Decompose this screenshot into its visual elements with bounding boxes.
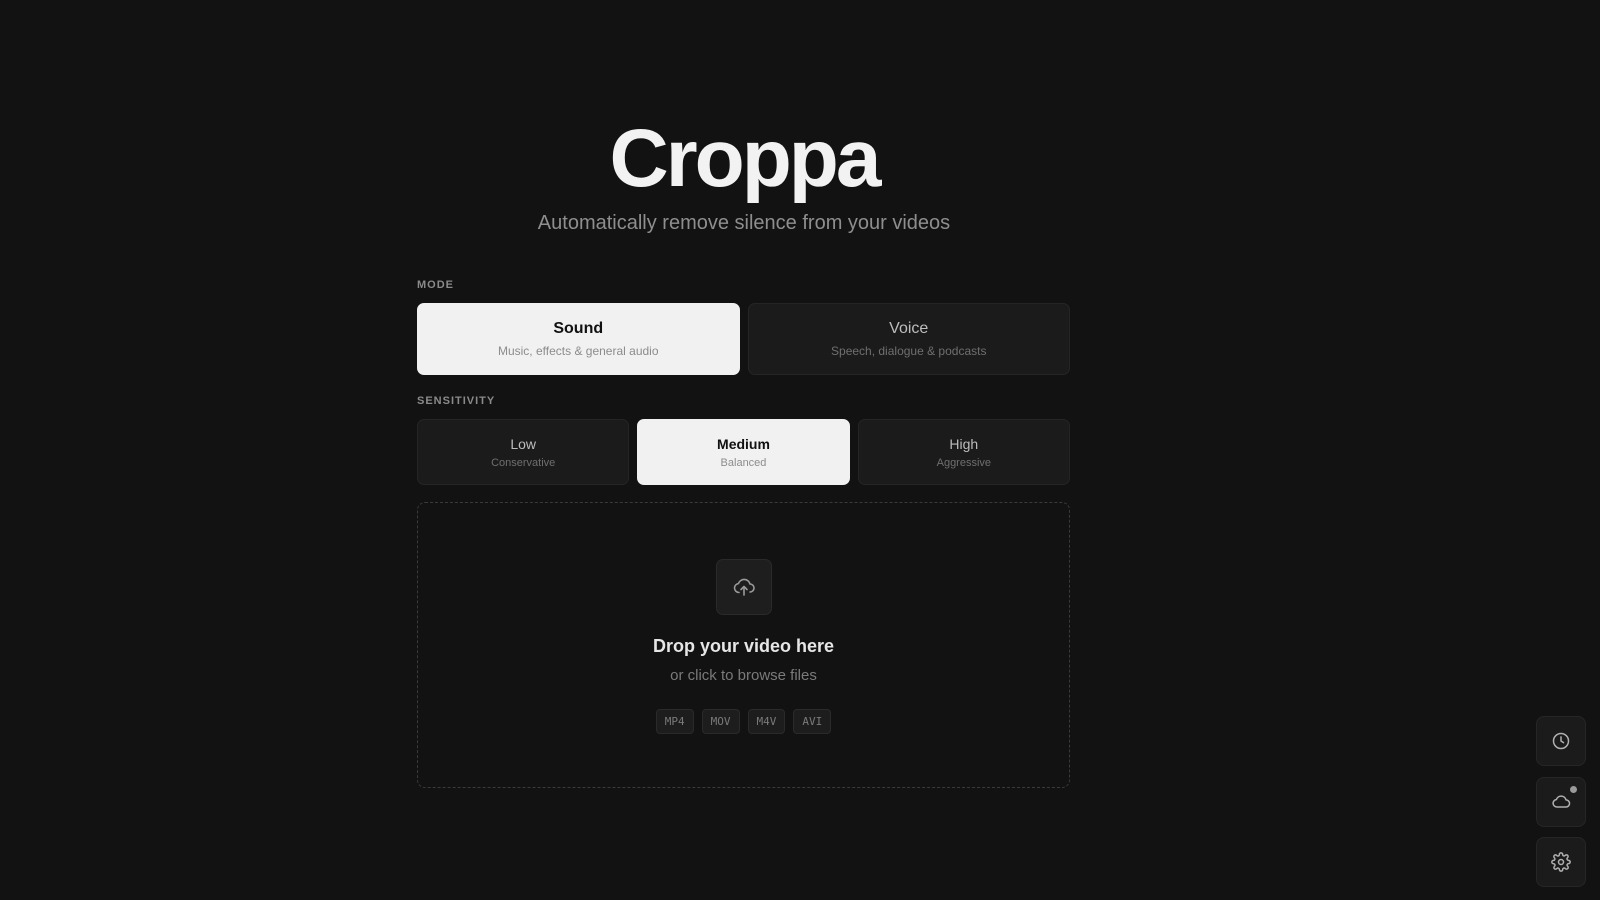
clock-icon <box>1552 732 1570 750</box>
option-title: Voice <box>889 320 929 337</box>
format-badge: M4V <box>747 709 786 734</box>
option-desc: Speech, dialogue & podcasts <box>831 344 987 358</box>
format-badge: AVI <box>793 709 832 734</box>
format-badge: MOV <box>701 709 740 734</box>
dropzone-subtitle: or click to browse files <box>670 667 817 684</box>
option-title: Sound <box>553 320 604 337</box>
video-dropzone[interactable]: Drop your video here or click to browse … <box>417 502 1070 788</box>
gear-icon <box>1551 852 1571 872</box>
option-desc: Music, effects & general audio <box>497 344 659 358</box>
app-root: Croppa Automatically remove silence from… <box>0 0 1600 900</box>
mode-options: Sound Music, effects & general audio Voi… <box>417 303 1070 375</box>
format-badge: MP4 <box>655 709 694 734</box>
cloud-upload-icon <box>733 578 755 596</box>
settings-button[interactable] <box>1536 837 1586 887</box>
option-desc: Conservative <box>491 456 556 469</box>
cloud-button[interactable] <box>1536 777 1586 827</box>
mode-label: MODE <box>417 279 454 291</box>
option-desc: Aggressive <box>936 456 992 469</box>
format-list: MP4 MOV M4V AVI <box>418 709 1069 734</box>
cloud-icon <box>1552 795 1571 808</box>
app-subtitle: Automatically remove silence from your v… <box>537 212 951 234</box>
option-title: Low <box>510 435 536 452</box>
history-button[interactable] <box>1536 716 1586 766</box>
mode-option-voice[interactable]: Voice Speech, dialogue & podcasts <box>747 303 1070 375</box>
sensitivity-label: SENSITIVITY <box>417 395 496 407</box>
sensitivity-options: Low Conservative Medium Balanced High Ag… <box>417 419 1070 485</box>
app-title: Croppa <box>609 113 882 204</box>
option-desc: Balanced <box>720 456 767 469</box>
option-title: Medium <box>717 435 770 452</box>
upload-icon-box <box>716 559 772 615</box>
option-title: High <box>949 435 979 452</box>
notification-badge <box>1570 786 1577 793</box>
sensitivity-option-low[interactable]: Low Conservative <box>417 419 630 485</box>
sensitivity-option-high[interactable]: High Aggressive <box>857 419 1070 485</box>
sensitivity-option-medium[interactable]: Medium Balanced <box>637 419 850 485</box>
dropzone-title: Drop your video here <box>652 636 835 656</box>
mode-option-sound[interactable]: Sound Music, effects & general audio <box>417 303 740 375</box>
